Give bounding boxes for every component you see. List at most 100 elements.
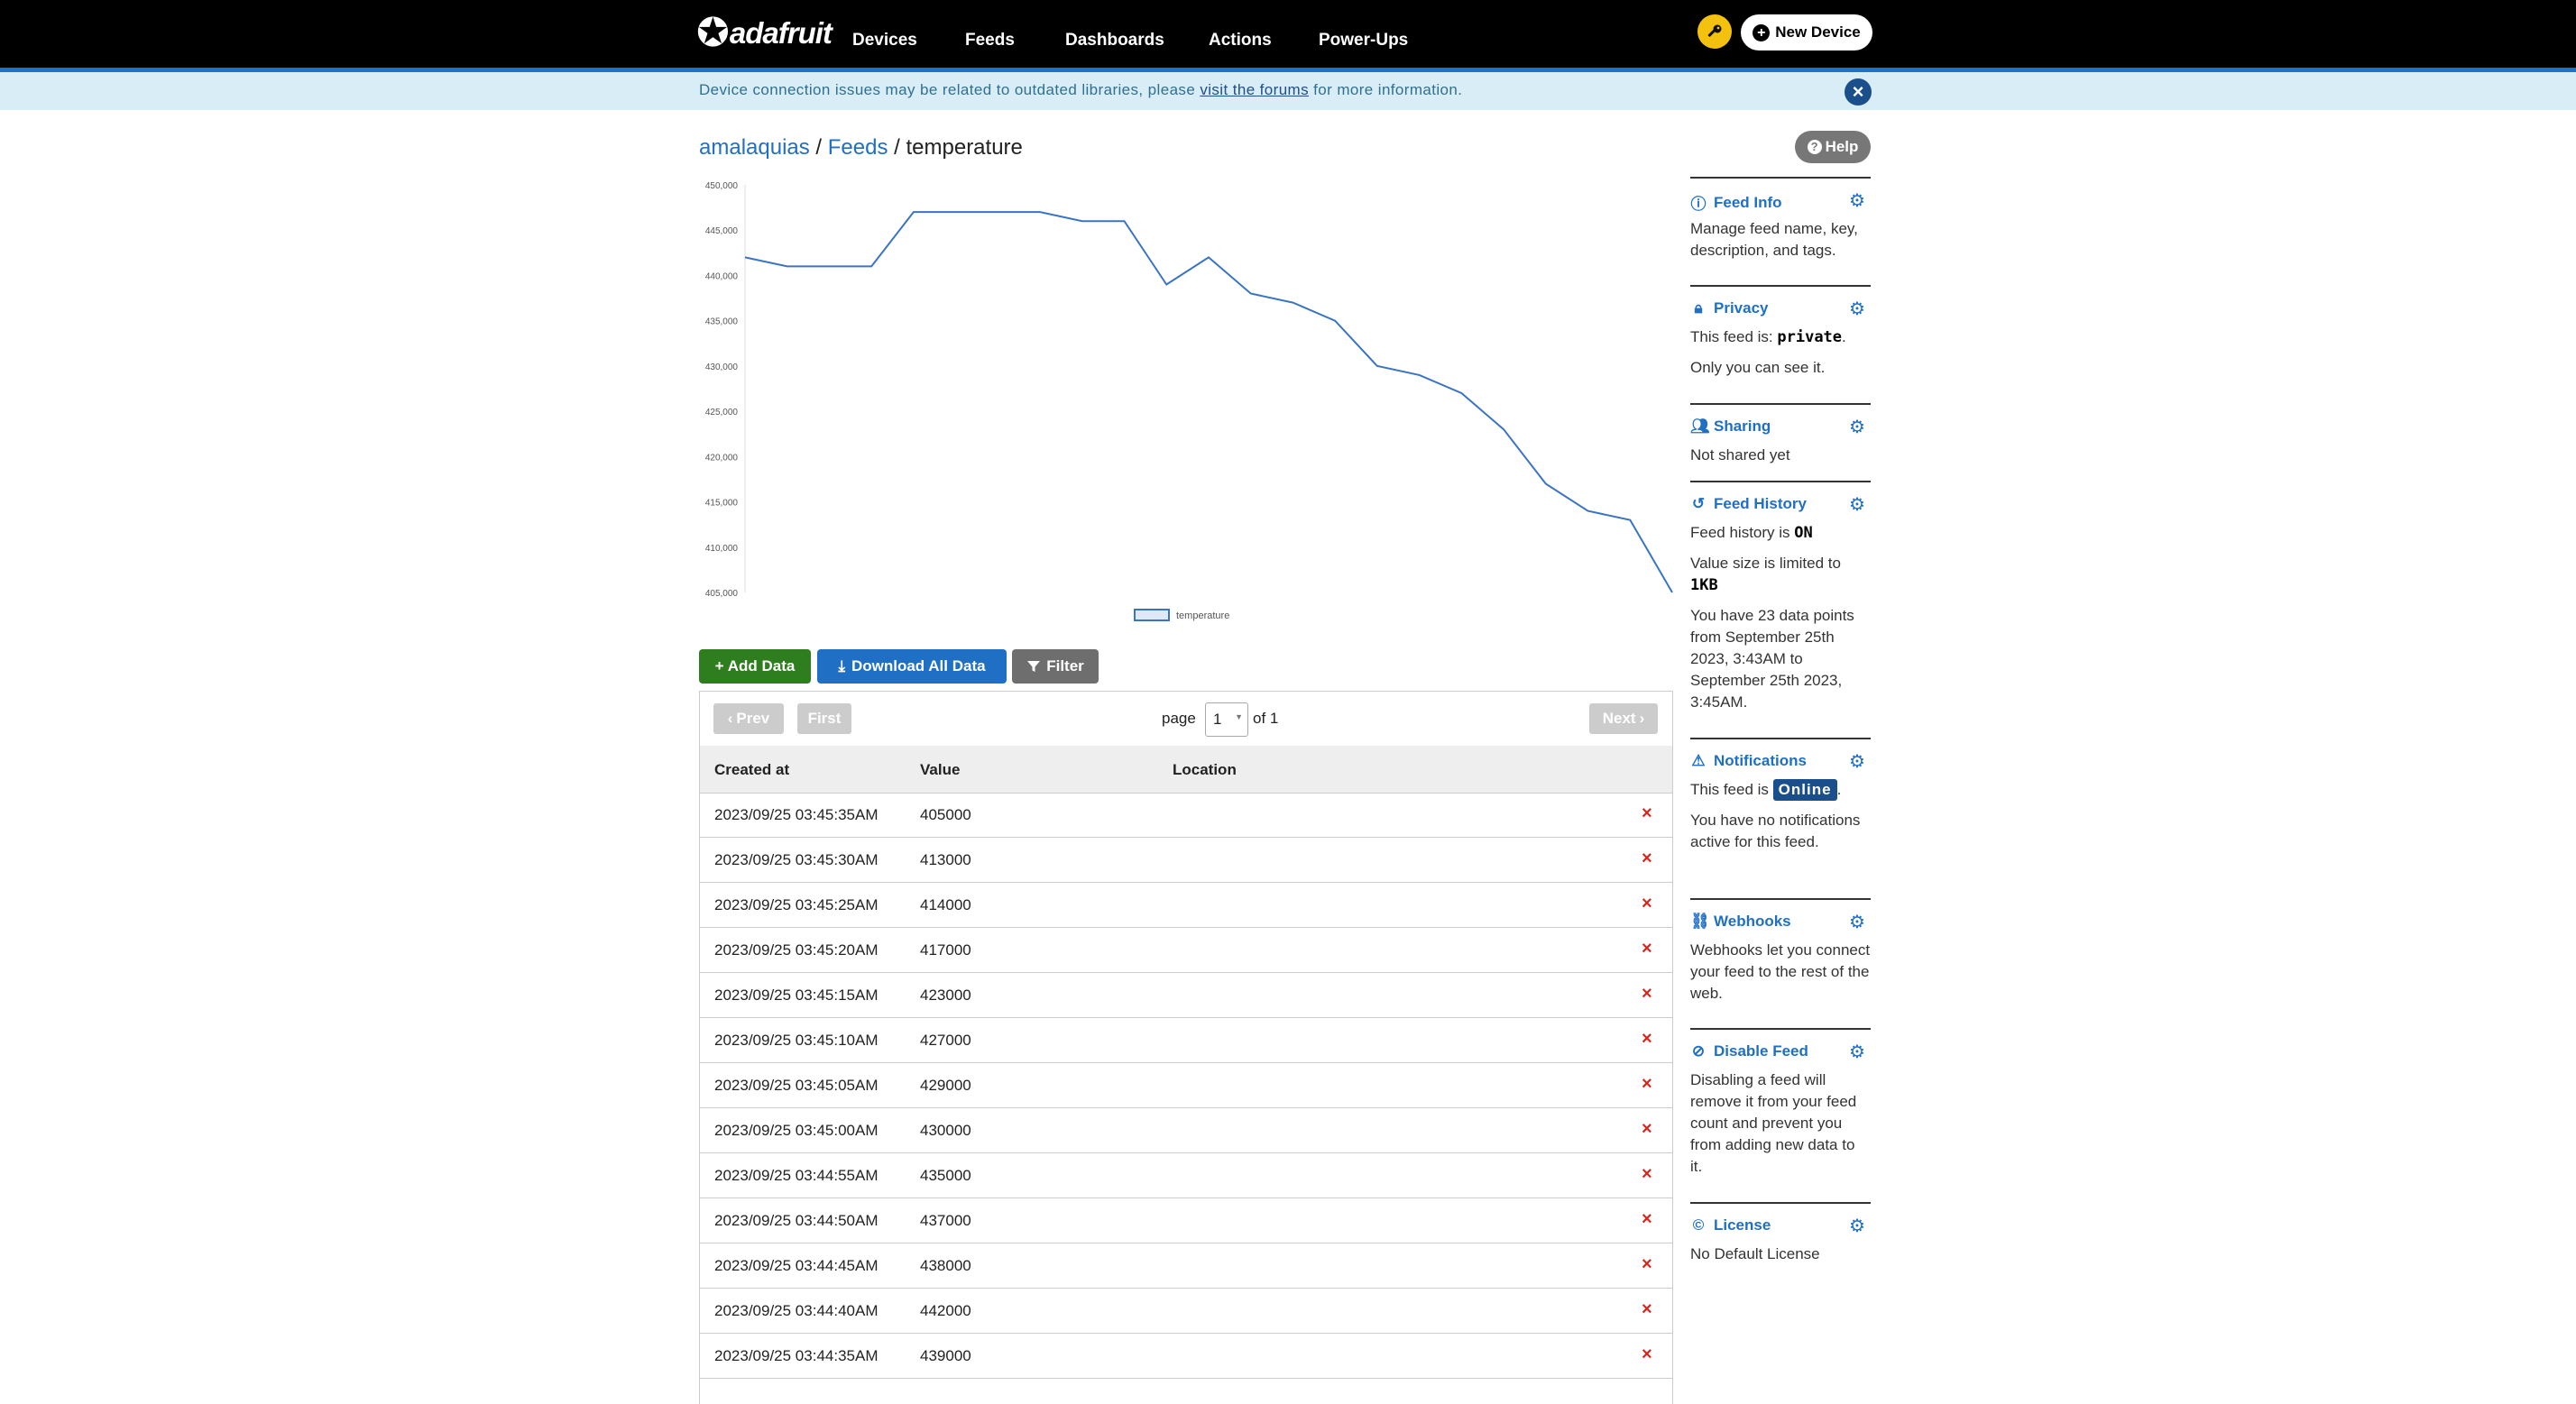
y-tick-label: 410,000 (705, 544, 739, 554)
banner-text: Device connection issues may be related … (699, 81, 1462, 99)
license-desc: No Default License (1690, 1245, 1820, 1262)
webhooks-section: ⛓ Webhooks ⚙ Webhooks let you connect you… (1690, 898, 1871, 1012)
nav-dashboards[interactable]: Dashboards (1065, 31, 1164, 50)
delete-row-icon[interactable]: × (1642, 1074, 1652, 1095)
delete-row-icon[interactable]: × (1642, 1299, 1652, 1320)
gear-icon[interactable]: ⚙ (1849, 493, 1865, 516)
delete-row-icon[interactable]: × (1642, 939, 1652, 959)
star-icon: ✪ (696, 11, 730, 55)
row-value: 438000 (920, 1257, 971, 1274)
nav-devices[interactable]: Devices (852, 31, 917, 50)
table-row: 2023/09/25 03:45:00AM 430000 × (700, 1108, 1672, 1153)
delete-row-icon[interactable]: × (1642, 1209, 1652, 1230)
delete-row-icon[interactable]: × (1642, 1119, 1652, 1140)
webhooks-title[interactable]: ⛓ Webhooks (1690, 913, 1791, 931)
users-icon: 👥︎ (1690, 418, 1710, 435)
gear-icon[interactable]: ⚙ (1849, 298, 1865, 320)
history-line1: Feed history is (1690, 524, 1795, 541)
notifications-title[interactable]: ⚠ Notifications (1690, 752, 1807, 770)
y-tick-label: 450,000 (705, 181, 739, 191)
page-label: page (1162, 710, 1196, 727)
next-page-button[interactable]: Next › (1589, 703, 1658, 734)
row-value: 427000 (920, 1032, 971, 1049)
nav-feeds[interactable]: Feeds (965, 31, 1015, 50)
row-created-at: 2023/09/25 03:45:30AM (714, 851, 879, 868)
first-page-button[interactable]: First (797, 703, 851, 734)
download-all-data-button[interactable]: ⤓ Download All Data (817, 649, 1007, 684)
privacy-title[interactable]: 🔒︎ Privacy (1690, 299, 1768, 317)
feed-info-label: Feed Info (1714, 193, 1782, 211)
value-size-limit: 1KB (1690, 576, 1718, 594)
status-badge: Online (1772, 779, 1837, 801)
row-created-at: 2023/09/25 03:45:20AM (714, 941, 879, 959)
row-created-at: 2023/09/25 03:44:55AM (714, 1167, 879, 1184)
col-location[interactable]: Location (1173, 761, 1237, 779)
sharing-title[interactable]: 👥︎ Sharing (1690, 418, 1771, 436)
col-created-at[interactable]: Created at (714, 761, 789, 779)
y-tick-label: 420,000 (705, 453, 739, 463)
gear-icon[interactable]: ⚙ (1849, 750, 1865, 773)
chevron-right-icon: › (1639, 710, 1645, 727)
table-row: 2023/09/25 03:45:20AM 417000 × (700, 928, 1672, 973)
table-row: 2023/09/25 03:45:30AM 413000 × (700, 838, 1672, 883)
filter-button[interactable]: Filter (1012, 649, 1099, 684)
table-row: 2023/09/25 03:44:40AM 442000 × (700, 1289, 1672, 1334)
delete-row-icon[interactable]: × (1642, 803, 1652, 824)
key-button[interactable] (1697, 14, 1732, 49)
privacy-line1-end: . (1842, 328, 1846, 345)
row-value: 430000 (920, 1122, 971, 1139)
gear-icon[interactable]: ⚙ (1849, 189, 1865, 212)
disable-feed-title[interactable]: ⊘ Disable Feed (1690, 1042, 1808, 1060)
gear-icon[interactable]: ⚙ (1849, 1215, 1865, 1237)
privacy-body: This feed is: private. Only you can see … (1690, 326, 1871, 388)
feed-info-section: ⓘ Feed Info ⚙ Manage feed name, key, desc… (1690, 177, 1871, 272)
new-device-label: New Device (1775, 23, 1861, 41)
privacy-section: 🔒︎ Privacy ⚙ This feed is: private. Only … (1690, 285, 1871, 393)
row-created-at: 2023/09/25 03:44:35AM (714, 1347, 879, 1364)
gear-icon[interactable]: ⚙ (1849, 911, 1865, 933)
nav-actions[interactable]: Actions (1209, 31, 1272, 50)
feed-info-title[interactable]: ⓘ Feed Info (1690, 191, 1782, 214)
ban-icon: ⊘ (1691, 1042, 1706, 1060)
page-select[interactable]: 1 ▼ (1205, 702, 1248, 737)
delete-row-icon[interactable]: × (1642, 984, 1652, 1005)
breadcrumb-user[interactable]: amalaquias (699, 135, 810, 160)
notifications-line2: You have no notifications active for thi… (1690, 812, 1861, 850)
prev-page-button[interactable]: ‹ Prev (713, 703, 784, 734)
chevron-left-icon: ‹ (727, 710, 733, 727)
col-value[interactable]: Value (920, 761, 960, 779)
info-icon: ⓘ (1690, 196, 1707, 213)
sharing-label: Sharing (1714, 418, 1771, 435)
data-table: ‹ Prev First page 1 ▼ of 1 Next › Created … (699, 691, 1673, 1404)
breadcrumb-feeds[interactable]: Feeds (828, 135, 888, 160)
y-tick-label: 415,000 (705, 499, 739, 509)
gear-icon[interactable]: ⚙ (1849, 416, 1865, 438)
close-banner-icon[interactable]: × (1845, 78, 1872, 106)
download-label: Download All Data (851, 657, 986, 674)
help-button[interactable]: ? Help (1795, 131, 1871, 163)
logo-text: adafruit (729, 16, 833, 50)
delete-row-icon[interactable]: × (1642, 1164, 1652, 1185)
add-data-button[interactable]: + Add Data (699, 649, 811, 684)
row-value: 413000 (920, 851, 971, 868)
plus-circle-icon: + (1753, 23, 1771, 41)
forums-link[interactable]: visit the forums (1200, 81, 1309, 98)
new-device-button[interactable]: + New Device (1741, 14, 1872, 50)
gear-icon[interactable]: ⚙ (1849, 1041, 1865, 1063)
license-title[interactable]: © License (1690, 1216, 1771, 1234)
filter-icon (1027, 661, 1041, 672)
nav-power-ups[interactable]: Power-Ups (1319, 31, 1408, 50)
disable-feed-label: Disable Feed (1714, 1042, 1808, 1060)
row-created-at: 2023/09/25 03:44:45AM (714, 1257, 879, 1274)
history-icon: ↺ (1691, 495, 1706, 512)
delete-row-icon[interactable]: × (1642, 1344, 1652, 1365)
breadcrumb: amalaquias / Feeds / temperature (699, 135, 1023, 161)
delete-row-icon[interactable]: × (1642, 849, 1652, 869)
feed-history-title[interactable]: ↺ Feed History (1690, 495, 1807, 513)
delete-row-icon[interactable]: × (1642, 894, 1652, 914)
warning-icon: ⚠ (1691, 752, 1706, 769)
delete-row-icon[interactable]: × (1642, 1254, 1652, 1275)
delete-row-icon[interactable]: × (1642, 1029, 1652, 1050)
adafruit-logo[interactable]: ✪ adafruit (696, 11, 833, 55)
table-row: 2023/09/25 03:44:45AM 438000 × (700, 1243, 1672, 1289)
